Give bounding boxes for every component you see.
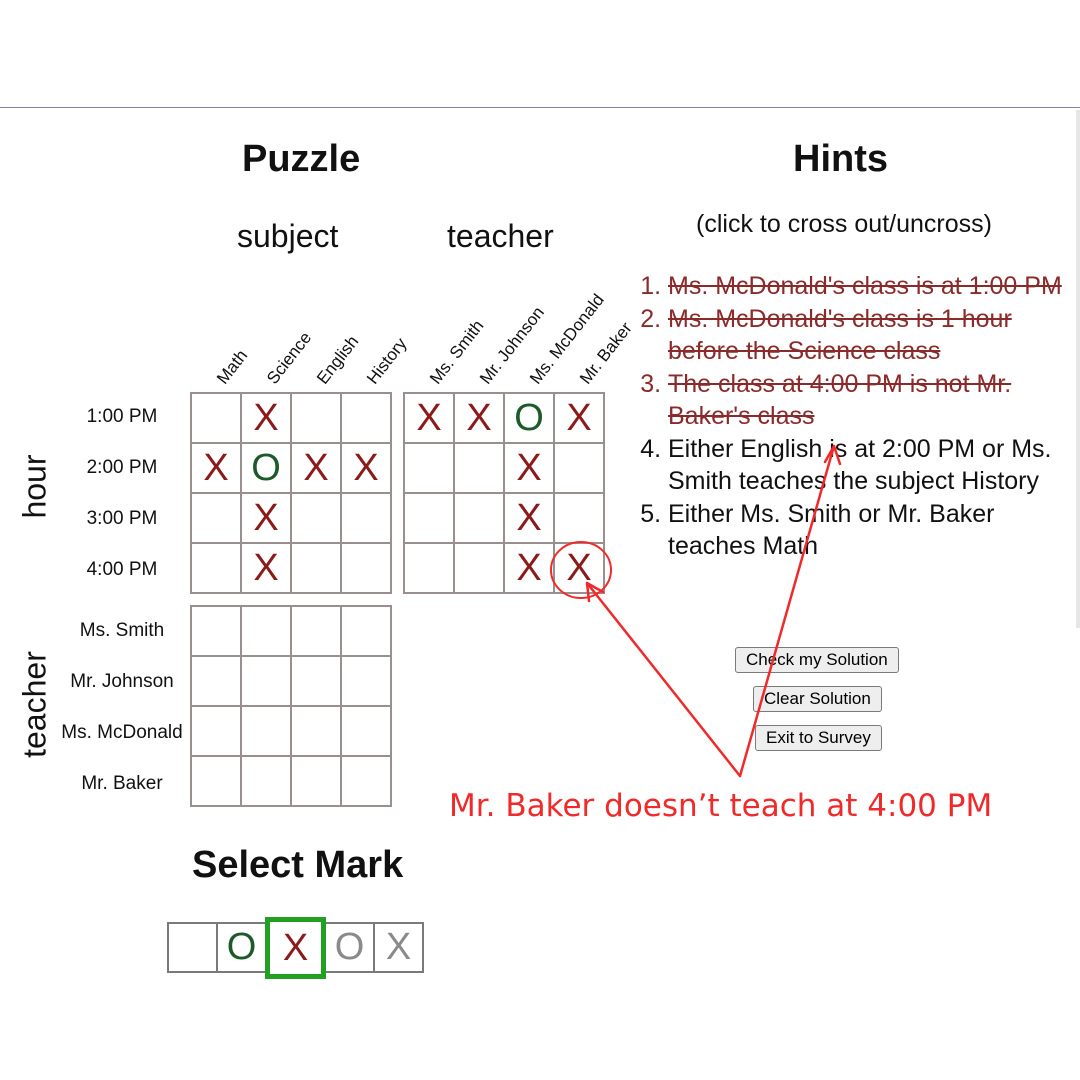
grid-cell[interactable] bbox=[291, 756, 341, 806]
mark-option-gray-x[interactable]: X bbox=[373, 922, 424, 973]
mark-option-x[interactable]: X bbox=[265, 917, 326, 979]
mark-glyph: X bbox=[282, 926, 309, 969]
grid-cell[interactable] bbox=[454, 543, 504, 593]
col-header-history: History bbox=[363, 334, 411, 388]
grid-cell[interactable] bbox=[554, 443, 604, 493]
hint-item-3[interactable]: The class at 4:00 PM is not Mr. Baker's … bbox=[668, 368, 1080, 433]
grid-cell[interactable] bbox=[291, 493, 341, 543]
grid-cell[interactable] bbox=[191, 493, 241, 543]
grid-cell[interactable]: X bbox=[404, 393, 454, 443]
col-group-teacher: teacher bbox=[447, 218, 554, 254]
grid-cell[interactable]: X bbox=[191, 443, 241, 493]
grid-cell[interactable] bbox=[454, 493, 504, 543]
grid-cell[interactable] bbox=[191, 706, 241, 756]
hint-item-4[interactable]: Either English is at 2:00 PM or Ms. Smit… bbox=[668, 433, 1080, 498]
mark-option-gray-o[interactable]: O bbox=[324, 922, 375, 973]
grid-cell[interactable]: X bbox=[241, 493, 291, 543]
top-divider bbox=[0, 107, 1080, 108]
grid-cell[interactable]: X bbox=[554, 543, 604, 593]
grid-hour-teacher: XXOXXXXX bbox=[403, 392, 605, 594]
grid-cell[interactable] bbox=[191, 656, 241, 706]
grid-cell[interactable] bbox=[341, 756, 391, 806]
annotation-arrow-to-cell bbox=[585, 581, 742, 778]
hints-list: Ms. McDonald's class is at 1:00 PMMs. Mc… bbox=[638, 270, 1080, 563]
grid-cell[interactable] bbox=[291, 543, 341, 593]
clear-solution-button[interactable]: Clear Solution bbox=[753, 686, 882, 712]
row-label-3-00-pm: 3:00 PM bbox=[86, 508, 158, 529]
check-solution-button[interactable]: Check my Solution bbox=[735, 647, 899, 673]
grid-cell[interactable]: O bbox=[504, 393, 554, 443]
grid-cell[interactable] bbox=[554, 493, 604, 543]
grid-cell[interactable]: X bbox=[241, 393, 291, 443]
grid-cell[interactable]: X bbox=[504, 493, 554, 543]
grid-cell[interactable] bbox=[341, 493, 391, 543]
grid-cell[interactable] bbox=[341, 706, 391, 756]
row-group-teacher: teacher bbox=[16, 651, 53, 758]
grid-cell[interactable] bbox=[404, 543, 454, 593]
grid-cell[interactable]: O bbox=[241, 443, 291, 493]
grid-cell[interactable] bbox=[404, 443, 454, 493]
grid-cell[interactable]: X bbox=[504, 443, 554, 493]
grid-cell[interactable]: X bbox=[504, 543, 554, 593]
mark-option-o[interactable]: O bbox=[216, 922, 267, 973]
grid-cell[interactable] bbox=[291, 606, 341, 656]
col-header-science: Science bbox=[263, 328, 316, 388]
grid-cell[interactable] bbox=[191, 606, 241, 656]
grid-cell[interactable]: X bbox=[291, 443, 341, 493]
grid-teacher-subject bbox=[190, 605, 392, 807]
hints-title: Hints bbox=[793, 138, 888, 180]
col-header-math: Math bbox=[213, 346, 252, 388]
grid-cell[interactable]: X bbox=[341, 443, 391, 493]
puzzle-title: Puzzle bbox=[242, 138, 361, 180]
col-group-subject: subject bbox=[237, 218, 339, 254]
grid-cell[interactable] bbox=[241, 706, 291, 756]
row-label-ms-mcdonald: Ms. McDonald bbox=[61, 722, 183, 743]
grid-cell[interactable] bbox=[241, 756, 291, 806]
grid-cell[interactable] bbox=[341, 606, 391, 656]
grid-cell[interactable] bbox=[404, 493, 454, 543]
col-header-english: English bbox=[313, 332, 363, 388]
annotation-text: Mr. Baker doesn’t teach at 4:00 PM bbox=[449, 788, 993, 824]
grid-cell[interactable] bbox=[291, 656, 341, 706]
hint-item-1[interactable]: Ms. McDonald's class is at 1:00 PM bbox=[668, 270, 1080, 303]
mark-glyph: O bbox=[334, 926, 365, 968]
row-label-ms-smith: Ms. Smith bbox=[79, 620, 165, 641]
row-label-mr-johnson: Mr. Johnson bbox=[70, 671, 174, 692]
grid-cell[interactable] bbox=[341, 393, 391, 443]
mark-palette: OXOX bbox=[167, 917, 424, 979]
row-label-1-00-pm: 1:00 PM bbox=[86, 406, 158, 427]
grid-cell[interactable] bbox=[191, 543, 241, 593]
grid-cell[interactable]: X bbox=[241, 543, 291, 593]
grid-cell[interactable] bbox=[191, 756, 241, 806]
row-group-hour: hour bbox=[16, 454, 53, 519]
grid-cell[interactable] bbox=[241, 606, 291, 656]
hint-item-5[interactable]: Either Ms. Smith or Mr. Baker teaches Ma… bbox=[668, 498, 1080, 563]
grid-cell[interactable] bbox=[454, 443, 504, 493]
mark-option-blank[interactable] bbox=[167, 922, 218, 973]
select-mark-title: Select Mark bbox=[192, 844, 404, 886]
hint-item-2[interactable]: Ms. McDonald's class is 1 hour before th… bbox=[668, 303, 1080, 368]
row-label-4-00-pm: 4:00 PM bbox=[86, 559, 158, 580]
grid-cell[interactable]: X bbox=[554, 393, 604, 443]
grid-cell[interactable] bbox=[341, 656, 391, 706]
mark-glyph: O bbox=[226, 926, 257, 968]
grid-cell[interactable] bbox=[191, 393, 241, 443]
mark-glyph: X bbox=[385, 926, 412, 968]
exit-survey-button[interactable]: Exit to Survey bbox=[755, 725, 882, 751]
grid-cell[interactable]: X bbox=[454, 393, 504, 443]
hints-subtitle: (click to cross out/uncross) bbox=[696, 210, 992, 238]
grid-cell[interactable] bbox=[341, 543, 391, 593]
grid-cell[interactable] bbox=[291, 393, 341, 443]
grid-cell[interactable] bbox=[241, 656, 291, 706]
grid-cell[interactable] bbox=[291, 706, 341, 756]
row-label-2-00-pm: 2:00 PM bbox=[86, 457, 158, 478]
row-label-mr-baker: Mr. Baker bbox=[81, 773, 163, 794]
grid-hour-subject: XXOXXXX bbox=[190, 392, 392, 594]
